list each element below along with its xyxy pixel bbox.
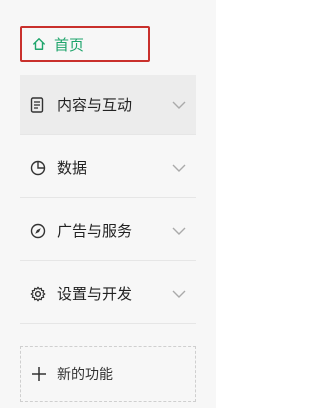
sidebar-item-settings-dev[interactable]: 设置与开发 [20,264,196,324]
sidebar-item-label: 内容与互动 [57,96,133,114]
chevron-down-icon[interactable] [172,289,188,299]
sidebar-item-label: 广告与服务 [57,222,133,240]
gear-icon [30,286,48,302]
chevron-down-icon[interactable] [172,163,188,173]
sidebar-item-label: 设置与开发 [57,285,133,303]
new-feature-button[interactable]: 新的功能 [20,346,196,402]
sidebar-item-home[interactable]: 首页 [20,26,150,62]
sidebar-item-content-interaction[interactable]: 内容与互动 [20,75,196,135]
sidebar-item-ads-services[interactable]: 广告与服务 [20,201,196,261]
sidebar: 首页 内容与互动 数据 广告与服务 设置与开发 新的功能 [0,0,216,408]
home-icon [32,37,46,51]
sidebar-item-home-label: 首页 [54,35,85,54]
compass-icon [30,223,48,239]
plus-icon [31,366,47,382]
chevron-down-icon[interactable] [172,226,188,236]
document-icon [30,96,48,113]
sidebar-item-label: 数据 [57,159,88,177]
new-feature-label: 新的功能 [57,367,113,383]
sidebar-item-data[interactable]: 数据 [20,138,196,198]
pie-chart-icon [30,160,48,176]
chevron-down-icon[interactable] [172,100,188,110]
